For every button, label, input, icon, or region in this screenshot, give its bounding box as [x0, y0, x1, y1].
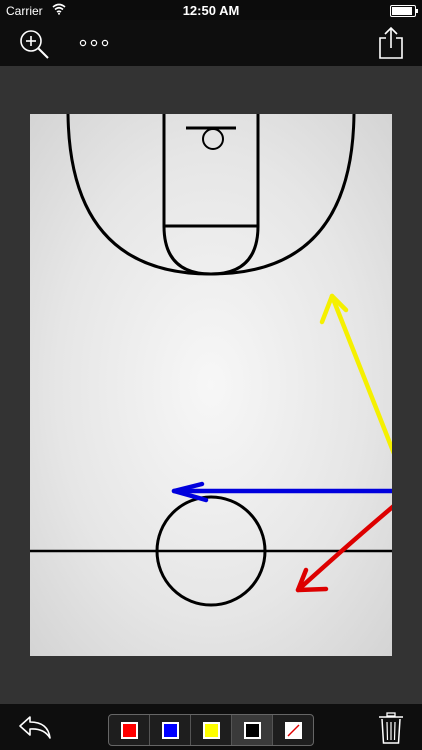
swatch-black[interactable]: [232, 715, 273, 745]
free-throw-arc: [162, 225, 260, 276]
undo-icon[interactable]: [18, 714, 52, 740]
top-toolbar: [0, 20, 422, 66]
rim: [202, 128, 224, 150]
three-point-arc: [66, 114, 356, 276]
swatch-black-chip: [243, 721, 261, 739]
swatch-red-chip: [120, 721, 138, 739]
trash-icon[interactable]: [378, 712, 404, 744]
swatch-red[interactable]: [109, 715, 150, 745]
eraser-icon: [284, 721, 302, 739]
swatch-blue[interactable]: [150, 715, 191, 745]
share-icon[interactable]: [378, 26, 404, 60]
court-lines: [30, 114, 392, 607]
court-canvas[interactable]: [30, 114, 392, 656]
more-icon[interactable]: [78, 36, 110, 50]
key-lane: [162, 114, 260, 228]
swatch-yellow[interactable]: [191, 715, 232, 745]
status-bar: Carrier 12:50 AM: [0, 0, 422, 20]
canvas-frame: [0, 66, 422, 704]
court-drawing: [30, 114, 392, 607]
red-arrow[interactable]: [295, 494, 392, 593]
clock: 12:50 AM: [182, 3, 240, 18]
yellow-arrow[interactable]: [319, 293, 392, 484]
battery-fill: [392, 7, 412, 15]
swatch-eraser[interactable]: [273, 715, 313, 745]
zoom-in-icon[interactable]: [18, 28, 50, 60]
bottom-toolbar: [0, 704, 422, 750]
color-palette: [108, 714, 314, 746]
swatch-blue-chip: [161, 721, 179, 739]
swatch-yellow-chip: [202, 721, 220, 739]
battery-icon: [390, 5, 418, 17]
